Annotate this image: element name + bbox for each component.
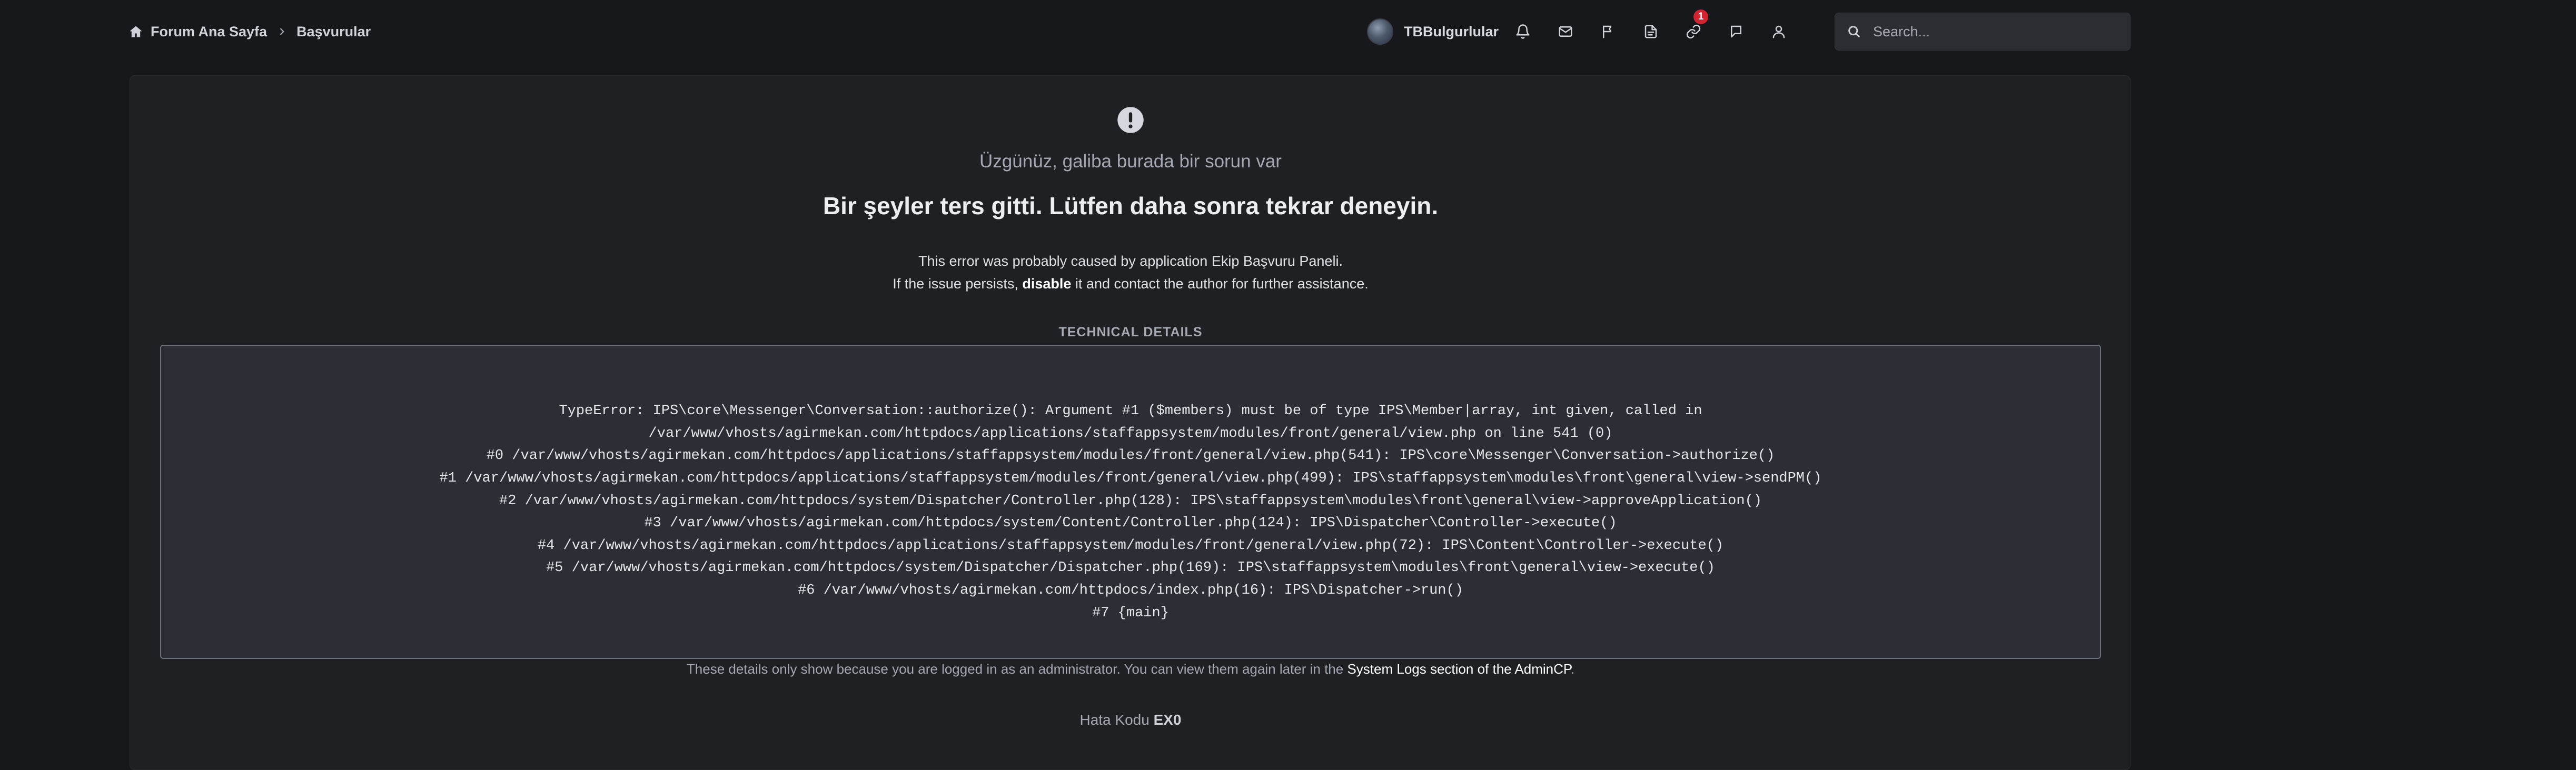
home-icon [128, 24, 143, 39]
link-icon [1686, 24, 1701, 39]
envelope-icon [1558, 24, 1573, 39]
breadcrumb-home-link[interactable]: Forum Ana Sayfa [128, 24, 267, 40]
avatar[interactable] [1367, 18, 1393, 45]
document-icon [1643, 24, 1659, 39]
breadcrumb-current-link[interactable]: Başvurular [296, 24, 371, 40]
breadcrumb: Forum Ana Sayfa Başvurular [128, 21, 371, 42]
account-button[interactable] [1767, 20, 1790, 43]
technical-details-line: TypeError: IPS\core\Messenger\Conversati… [559, 403, 1702, 419]
links-button[interactable]: 1 [1682, 9, 1708, 43]
error-subtitle: Üzgünüz, galiba burada bir sorun var [979, 151, 1282, 172]
admin-note: These details only show because you are … [130, 661, 2131, 677]
flag-icon [1600, 24, 1616, 39]
search-input[interactable] [1872, 23, 2125, 41]
technical-details-line: #0 /var/www/vhosts/agirmekan.com/httpdoc… [486, 448, 1775, 464]
bell-icon [1515, 24, 1531, 39]
technical-details-line: #3 /var/www/vhosts/agirmekan.com/httpdoc… [644, 515, 1617, 532]
error-cause-line: This error was probably caused by applic… [918, 253, 1343, 269]
link-badge: 1 [1693, 9, 1708, 24]
error-code-value: EX0 [1153, 712, 1182, 728]
admin-note-prefix: These details only show because you are … [686, 661, 1348, 677]
breadcrumb-home-label: Forum Ana Sayfa [151, 23, 267, 39]
admin-note-suffix: . [1570, 661, 1575, 677]
user-icon [1771, 24, 1787, 39]
top-header: Forum Ana Sayfa Başvurular TBBulgurlular [0, 0, 2576, 68]
user-menu[interactable]: TBBulgurlular [1367, 18, 1499, 45]
chat-bubble-icon [1728, 24, 1744, 39]
header-icon-bar: 1 [1511, 9, 1810, 43]
chat-button[interactable] [1725, 20, 1748, 43]
disable-link[interactable]: disable [1022, 276, 1071, 292]
error-title: Bir şeyler ters gitti. Lütfen daha sonra… [823, 192, 1439, 219]
search-icon [1847, 24, 1861, 39]
technical-details-line: #6 /var/www/vhosts/agirmekan.com/httpdoc… [798, 582, 1463, 598]
persist-prefix: If the issue persists, [893, 276, 1023, 292]
persist-suffix: it and contact the author for further as… [1071, 276, 1369, 292]
technical-details-line: /var/www/vhosts/agirmekan.com/httpdocs/a… [648, 425, 1613, 442]
system-logs-link[interactable]: System Logs section of the AdminCP [1347, 661, 1570, 677]
search-box[interactable] [1835, 13, 2131, 51]
error-card: Üzgünüz, galiba burada bir sorun var Bir… [130, 75, 2131, 770]
reports-button[interactable] [1597, 20, 1620, 43]
error-persist-line: If the issue persists, disable it and co… [130, 273, 2131, 295]
technical-details-line: #5 /var/www/vhosts/agirmekan.com/httpdoc… [546, 560, 1715, 576]
breadcrumb-current-label: Başvurular [296, 23, 371, 39]
technical-details-line: #4 /var/www/vhosts/agirmekan.com/httpdoc… [537, 537, 1724, 554]
technical-details-label: TECHNICAL DETAILS [1058, 325, 1203, 339]
exclamation-circle-icon [1116, 106, 1145, 134]
error-code-label: Hata Kodu [1079, 712, 1154, 728]
username[interactable]: TBBulgurlular [1404, 24, 1499, 40]
technical-details-line: #1 /var/www/vhosts/agirmekan.com/httpdoc… [439, 470, 1822, 486]
notifications-button[interactable] [1511, 20, 1534, 43]
chevron-right-icon [276, 26, 287, 37]
messages-button[interactable] [1554, 20, 1577, 43]
technical-details-line: #7 {main} [1092, 605, 1169, 621]
error-description: This error was probably caused by applic… [130, 250, 2131, 295]
error-code: Hata Kodu EX0 [130, 712, 2131, 728]
technical-details-textarea[interactable]: TypeError: IPS\core\Messenger\Conversati… [160, 345, 2101, 659]
technical-details-line: #2 /var/www/vhosts/agirmekan.com/httpdoc… [499, 493, 1762, 509]
resize-handle-icon[interactable] [2090, 648, 2099, 657]
content-button[interactable] [1639, 20, 1662, 43]
